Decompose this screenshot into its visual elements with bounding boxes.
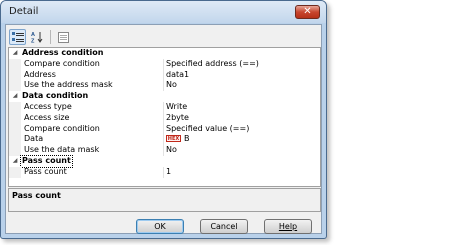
collapse-icon[interactable]: ◢ bbox=[11, 48, 19, 59]
property-name: Compare condition bbox=[24, 58, 100, 68]
property-grid: ◢ Address condition Compare condition Sp… bbox=[8, 47, 321, 187]
property-name: Use the address mask bbox=[24, 80, 113, 90]
property-value[interactable]: No bbox=[166, 80, 177, 91]
category-pass-count[interactable]: ◢ Pass count bbox=[9, 154, 320, 168]
property-row[interactable]: Pass count 1 bbox=[9, 166, 320, 178]
property-name: Address bbox=[24, 69, 56, 79]
svg-text:Z: Z bbox=[31, 39, 35, 44]
toolbar-separator bbox=[50, 30, 51, 44]
description-title: Pass count bbox=[12, 191, 61, 200]
collapse-icon[interactable]: ◢ bbox=[11, 156, 19, 167]
description-pane: Pass count bbox=[8, 188, 321, 212]
alphabetical-sort-icon: A Z bbox=[31, 32, 43, 44]
close-icon: ✕ bbox=[303, 6, 312, 17]
property-row[interactable]: Compare condition Specified value (==) bbox=[9, 123, 320, 135]
property-value[interactable]: 2byte bbox=[166, 113, 189, 124]
property-row[interactable]: Access size 2byte bbox=[9, 112, 320, 124]
property-value[interactable]: No bbox=[166, 145, 177, 156]
property-value[interactable]: Specified address (==) bbox=[166, 59, 259, 70]
categorized-view-icon bbox=[11, 31, 24, 42]
collapse-icon[interactable]: ◢ bbox=[11, 91, 19, 102]
property-name: Pass count bbox=[24, 166, 67, 176]
window-title: Detail bbox=[9, 6, 39, 17]
property-value[interactable]: data1 bbox=[166, 70, 189, 81]
property-name: Data bbox=[24, 134, 44, 144]
property-row[interactable]: Access type Write bbox=[9, 101, 320, 113]
close-button[interactable]: ✕ bbox=[295, 5, 320, 19]
alphabetical-sort-button[interactable]: A Z bbox=[29, 29, 46, 45]
property-pages-button[interactable] bbox=[55, 29, 72, 45]
property-row[interactable]: Address data1 bbox=[9, 69, 320, 81]
property-value[interactable]: Specified value (==) bbox=[166, 124, 249, 135]
detail-dialog: Detail ✕ A Z ◢ Address condition Compare… bbox=[0, 0, 327, 239]
property-pages-icon bbox=[58, 31, 69, 43]
property-name: Compare condition bbox=[24, 123, 100, 133]
category-data-condition[interactable]: ◢ Data condition bbox=[9, 91, 320, 102]
property-toolbar: A Z bbox=[9, 28, 72, 46]
property-name: Access type bbox=[24, 101, 72, 111]
property-value-data[interactable]: HEX B bbox=[166, 134, 190, 145]
category-label: Data condition bbox=[22, 91, 89, 101]
property-value[interactable]: Write bbox=[166, 102, 187, 113]
categorized-view-button[interactable] bbox=[9, 29, 26, 45]
property-row[interactable]: Use the data mask No bbox=[9, 145, 320, 156]
property-row[interactable]: Data HEX B bbox=[9, 134, 320, 146]
svg-text:A: A bbox=[31, 32, 35, 38]
title-bar[interactable]: Detail ✕ bbox=[1, 1, 326, 23]
property-row[interactable]: Compare condition Specified address (==) bbox=[9, 58, 320, 70]
cancel-button[interactable]: Cancel bbox=[200, 219, 248, 234]
property-name: Use the data mask bbox=[24, 145, 100, 155]
property-row[interactable]: Use the address mask No bbox=[9, 80, 320, 92]
dialog-client-area: A Z ◢ Address condition Compare conditio… bbox=[5, 24, 322, 234]
help-button[interactable]: Help bbox=[264, 219, 312, 234]
data-value: B bbox=[184, 134, 190, 144]
category-label: Address condition bbox=[22, 48, 104, 57]
property-name: Access size bbox=[24, 112, 70, 122]
hex-badge: HEX bbox=[166, 135, 181, 143]
ok-button[interactable]: OK bbox=[136, 219, 184, 234]
property-value[interactable]: 1 bbox=[166, 167, 171, 178]
category-label: Pass count bbox=[20, 154, 73, 168]
category-address-condition[interactable]: ◢ Address condition bbox=[9, 48, 320, 59]
